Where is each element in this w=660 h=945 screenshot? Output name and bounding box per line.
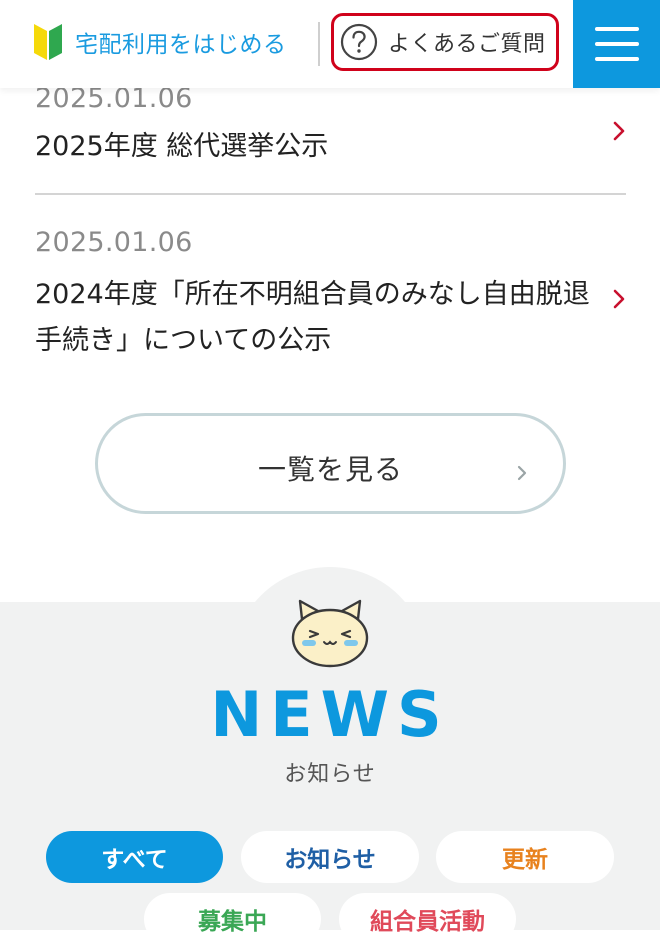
beginner-guide-label: 宅配利用をはじめる: [75, 32, 287, 58]
chevron-right-icon: [613, 289, 625, 309]
beginner-guide-link[interactable]: 宅配利用をはじめる: [33, 22, 287, 62]
news-subheading: お知らせ: [284, 762, 376, 787]
news-title: 2025年度 総代選挙公示: [35, 131, 329, 162]
question-icon: [340, 23, 378, 61]
faq-label: よくあるご質問: [388, 32, 546, 57]
filter-update-button[interactable]: 更新: [436, 831, 614, 883]
site-header: 宅配利用をはじめる よくあるご質問: [0, 0, 660, 88]
chevron-right-icon: [613, 121, 625, 141]
header-divider: [318, 22, 320, 66]
filter-recruiting-button[interactable]: 募集中: [144, 893, 321, 945]
view-all-label: 一覧を見る: [257, 453, 403, 486]
filter-all-button[interactable]: すべて: [46, 831, 223, 883]
chevron-right-icon: [517, 465, 527, 481]
cat-mascot-icon: [291, 599, 369, 668]
beginner-mark-icon: [34, 24, 62, 60]
list-divider: [35, 193, 626, 195]
filter-member-activity-button[interactable]: 組合員活動: [339, 893, 516, 945]
view-all-button[interactable]: 一覧を見る: [95, 413, 566, 514]
news-date: 2025.01.06: [35, 227, 193, 258]
filter-info-button[interactable]: お知らせ: [241, 831, 419, 883]
hamburger-menu-button[interactable]: [573, 0, 660, 88]
news-title: 2024年度「所在不明組合員のみなし自由脱退手続き」についての公示: [35, 279, 590, 356]
news-heading: NEWS: [210, 678, 450, 751]
faq-button[interactable]: よくあるご質問: [331, 13, 559, 71]
